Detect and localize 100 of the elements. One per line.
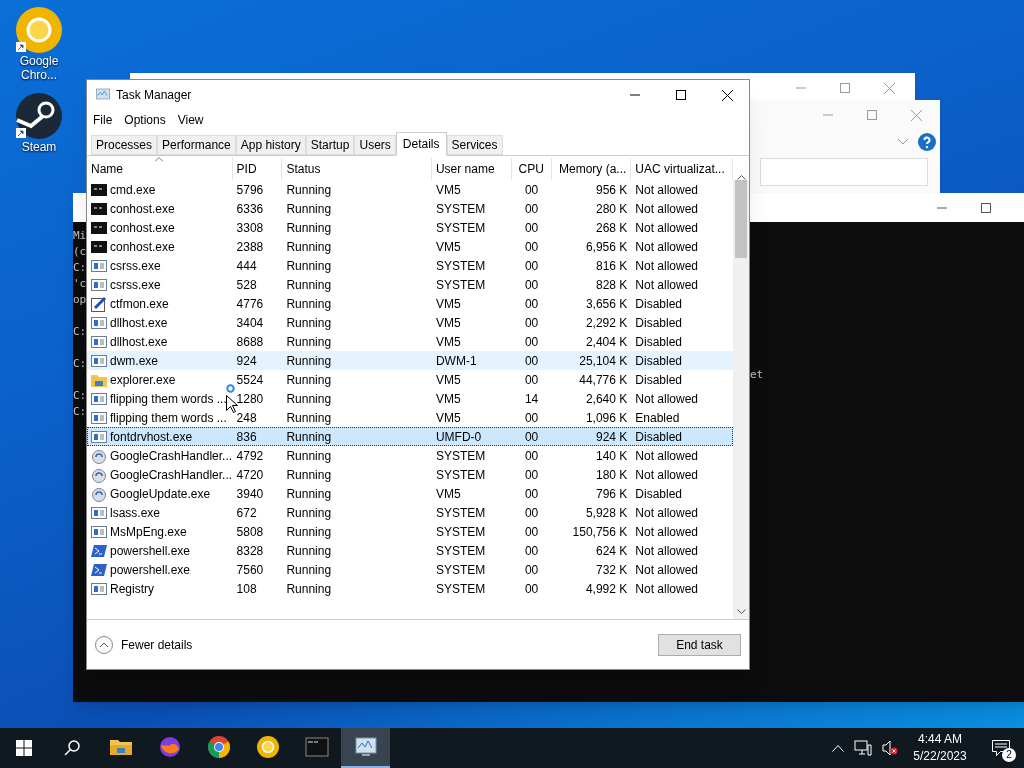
tab[interactable]: Users (354, 135, 396, 155)
network-icon[interactable] (854, 740, 872, 756)
column-header[interactable]: Memory (a... (551, 158, 632, 180)
table-row[interactable]: powershell.exe 7560 Running SYSTEM 00 732 K Not allowed (87, 560, 733, 579)
table-cell-text: csrss.exe (110, 276, 161, 294)
scroll-up-icon[interactable] (736, 174, 746, 180)
table-cell-text: 4776 (236, 295, 264, 313)
table-row[interactable]: flipping them words ... 248 Running VM5 00 1,096 K Enabled (87, 408, 733, 427)
table-row[interactable]: lsass.exe 672 Running SYSTEM 00 5,928 K Not allowed (87, 503, 733, 522)
table-cell-text: 180 K (595, 466, 628, 484)
table-row[interactable]: GoogleCrashHandler... 4720 Running SYSTEM 00 180 K Not allowed (87, 465, 733, 484)
scrollbar-thumb[interactable] (735, 180, 747, 258)
table-row[interactable]: dllhost.exe 8688 Running VM5 00 2,404 K Disabled (87, 332, 733, 351)
menu-item[interactable]: View (177, 111, 204, 129)
end-task-button[interactable]: End task (658, 633, 741, 656)
table-cell-text: Disabled (635, 428, 682, 446)
fox-globe-icon (157, 735, 182, 759)
clock-date[interactable]: 5/22/2023 (913, 748, 967, 765)
table-cell-text: Running (286, 466, 332, 484)
table-cell-text: 836 (236, 428, 257, 446)
chevron-up-icon[interactable] (832, 744, 844, 752)
table-cell-text: 6336 (236, 200, 264, 218)
help-icon[interactable] (918, 133, 936, 151)
taskbar-button[interactable] (341, 728, 390, 768)
scrollbar[interactable] (733, 180, 749, 619)
scroll-down-icon[interactable] (736, 609, 746, 615)
tab[interactable]: Performance (157, 135, 236, 155)
table-cell-text: Disabled (635, 333, 682, 351)
table-cell-text: 00 (524, 428, 539, 446)
table-cell-text: 00 (524, 466, 539, 484)
table-row[interactable]: dllhost.exe 3404 Running VM5 00 2,292 K Disabled (87, 313, 733, 332)
table-row[interactable]: cmd.exe 5796 Running VM5 00 956 K Not allowed (87, 180, 733, 199)
console-text: C: (73, 260, 86, 276)
table-cell-text: ctfmon.exe (110, 295, 169, 313)
table-cell-text: Not allowed (635, 276, 698, 294)
maximize-icon[interactable] (981, 202, 991, 213)
table-row[interactable]: Registry 108 Running SYSTEM 00 4,992 K Not allowed (87, 579, 733, 598)
monitor-chart-icon (94, 87, 112, 103)
table-row[interactable]: GoogleCrashHandler... 4792 Running SYSTEM 00 140 K Not allowed (87, 446, 733, 465)
chevron-down-icon[interactable] (898, 139, 908, 145)
table-cell-text: DWM-1 (435, 352, 477, 370)
table-row[interactable]: csrss.exe 528 Running SYSTEM 00 828 K Not allowed (87, 275, 733, 294)
desktop-icon-label[interactable]: Google Chro... (12, 54, 66, 82)
menu-item[interactable]: File (93, 111, 113, 129)
tab[interactable]: Startup (305, 135, 355, 155)
tab[interactable]: Details (395, 132, 447, 156)
table-cell-text: VM5 (435, 371, 461, 389)
table-cell-text: 796 K (595, 485, 628, 503)
table-cell-text: flipping them words ... (110, 390, 227, 408)
table-cell-text: Running (286, 238, 332, 256)
fewer-details-link[interactable]: Fewer details (121, 635, 658, 654)
column-header[interactable]: Status (282, 158, 432, 180)
speaker-muted-icon[interactable] (882, 740, 898, 756)
console-text: 'c (73, 276, 86, 292)
table-cell-text: SYSTEM (435, 523, 486, 541)
table-row[interactable]: ctfmon.exe 4776 Running VM5 00 3,656 K Disabled (87, 294, 733, 313)
table-row[interactable]: GoogleUpdate.exe 3940 Running VM5 00 796 K Disabled (87, 484, 733, 503)
window-icon (91, 333, 107, 350)
table-row[interactable]: csrss.exe 444 Running SYSTEM 00 816 K Not allowed (87, 256, 733, 275)
console-icon (91, 200, 107, 217)
table-cell-text: flipping them words ... (110, 409, 227, 427)
column-header[interactable]: User name (431, 158, 512, 180)
window-icon (91, 352, 107, 369)
table-row[interactable]: powershell.exe 8328 Running SYSTEM 00 624 K Not allowed (87, 541, 733, 560)
table-cell-text: Not allowed (635, 200, 698, 218)
tab[interactable]: App history (235, 135, 306, 155)
column-header[interactable]: PID (232, 158, 283, 180)
collapse-icon[interactable] (95, 635, 113, 654)
table-cell-text: Enabled (635, 409, 680, 427)
clock-time[interactable]: 4:44 AM (918, 731, 962, 748)
table-cell-text: Running (286, 200, 332, 218)
table-cell-text: 2,404 K (585, 333, 628, 351)
table-cell-text: explorer.exe (110, 371, 176, 389)
column-header[interactable]: UAC virtualizat... (631, 158, 734, 180)
table-row[interactable]: MsMpEng.exe 5808 Running SYSTEM 00 150,756 K Not allowed (87, 522, 733, 541)
console-text: Mi (73, 228, 86, 244)
table-row[interactable]: dwm.exe 924 Running DWM-1 00 25,104 K Disabled (87, 351, 733, 370)
table-row[interactable]: flipping them words ... 1280 Running VM5 14 2,640 K Not allowed (87, 389, 733, 408)
table-cell-text: csrss.exe (110, 257, 161, 275)
tab[interactable]: Services (446, 135, 503, 155)
table-cell-text: dllhost.exe (110, 314, 168, 332)
desktop-icon-label[interactable]: Steam (12, 140, 66, 154)
maximize-icon[interactable] (676, 90, 686, 100)
table-cell-text: 00 (524, 276, 539, 294)
table-cell-text: powershell.exe (110, 542, 191, 560)
column-header[interactable]: CPU (511, 158, 552, 180)
table-cell-text: 3940 (236, 485, 264, 503)
table-row[interactable]: fontdrvhost.exe 836 Running UMFD-0 00 924 K Disabled (87, 427, 733, 446)
steam-icon (15, 92, 63, 140)
column-header[interactable]: Name (87, 158, 233, 180)
table-row[interactable]: conhost.exe 3308 Running SYSTEM 00 268 K Not allowed (87, 218, 733, 237)
close-icon[interactable] (722, 89, 733, 101)
notifications-button[interactable]: 2 (978, 728, 1024, 768)
table-row[interactable]: conhost.exe 2388 Running VM5 00 6,956 K Not allowed (87, 237, 733, 256)
menu-item[interactable]: Options (124, 111, 166, 129)
table-cell-text: 00 (524, 542, 539, 560)
tab[interactable]: Processes (91, 135, 158, 155)
address-field[interactable] (760, 158, 928, 186)
table-row[interactable]: explorer.exe 5524 Running VM5 00 44,776 K Disabled (87, 370, 733, 389)
table-cell-text: dllhost.exe (110, 333, 168, 351)
